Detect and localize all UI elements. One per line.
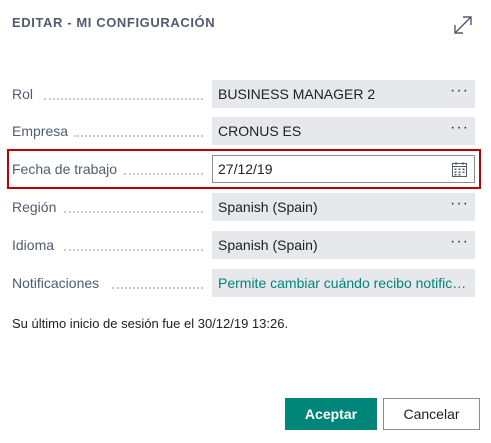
expand-arrows-icon[interactable] — [452, 14, 474, 36]
notificaciones-label: Notificaciones — [12, 275, 100, 291]
row-rol: Rol BUSINESS MANAGER 2 ··· — [0, 80, 491, 108]
leader-dots — [44, 98, 203, 100]
idioma-value: Spanish (Spain) — [218, 237, 318, 253]
region-value: Spanish (Spain) — [218, 199, 318, 215]
cancel-button[interactable]: Cancelar — [383, 398, 480, 430]
empresa-more-button[interactable]: ··· — [450, 119, 469, 137]
fecha-label: Fecha de trabajo — [12, 161, 118, 177]
row-notificaciones: Notificaciones Permite cambiar cuándo re… — [0, 269, 491, 297]
idioma-field[interactable]: Spanish (Spain) ··· — [212, 231, 475, 259]
calendar-icon[interactable] — [452, 162, 467, 177]
leader-dots — [74, 135, 203, 137]
rol-value: BUSINESS MANAGER 2 — [218, 86, 376, 102]
row-region: Región Spanish (Spain) ··· — [0, 193, 491, 221]
region-more-button[interactable]: ··· — [450, 195, 469, 213]
rol-field[interactable]: BUSINESS MANAGER 2 ··· — [212, 80, 475, 108]
region-field[interactable]: Spanish (Spain) ··· — [212, 193, 475, 221]
leader-dots — [124, 173, 203, 175]
idioma-label: Idioma — [12, 237, 55, 253]
leader-dots — [64, 211, 203, 213]
rol-label: Rol — [12, 86, 34, 102]
row-idioma: Idioma Spanish (Spain) ··· — [0, 231, 491, 259]
empresa-value: CRONUS ES — [218, 123, 302, 139]
fecha-value: 27/12/19 — [218, 161, 273, 177]
row-empresa: Empresa CRONUS ES ··· — [0, 117, 491, 145]
empresa-label: Empresa — [12, 123, 69, 139]
row-fecha-trabajo: Fecha de trabajo 27/12/19 — [0, 149, 491, 189]
idioma-more-button[interactable]: ··· — [450, 233, 469, 251]
notificaciones-field[interactable]: Permite cambiar cuándo recibo notificaci… — [212, 269, 475, 297]
dialog-title: EDITAR - MI CONFIGURACIÓN — [12, 15, 216, 30]
last-login-text: Su último inicio de sesión fue el 30/12/… — [12, 316, 289, 331]
notificaciones-link[interactable]: Permite cambiar cuándo recibo notificaci… — [218, 275, 470, 291]
fecha-input[interactable]: 27/12/19 — [212, 155, 475, 183]
leader-dots — [112, 287, 203, 289]
accept-button[interactable]: Aceptar — [285, 398, 377, 430]
rol-more-button[interactable]: ··· — [450, 82, 469, 100]
settings-dialog: EDITAR - MI CONFIGURACIÓN Rol BUSINESS M… — [0, 0, 491, 443]
region-label: Región — [12, 199, 57, 215]
empresa-field[interactable]: CRONUS ES ··· — [212, 117, 475, 145]
leader-dots — [64, 249, 203, 251]
